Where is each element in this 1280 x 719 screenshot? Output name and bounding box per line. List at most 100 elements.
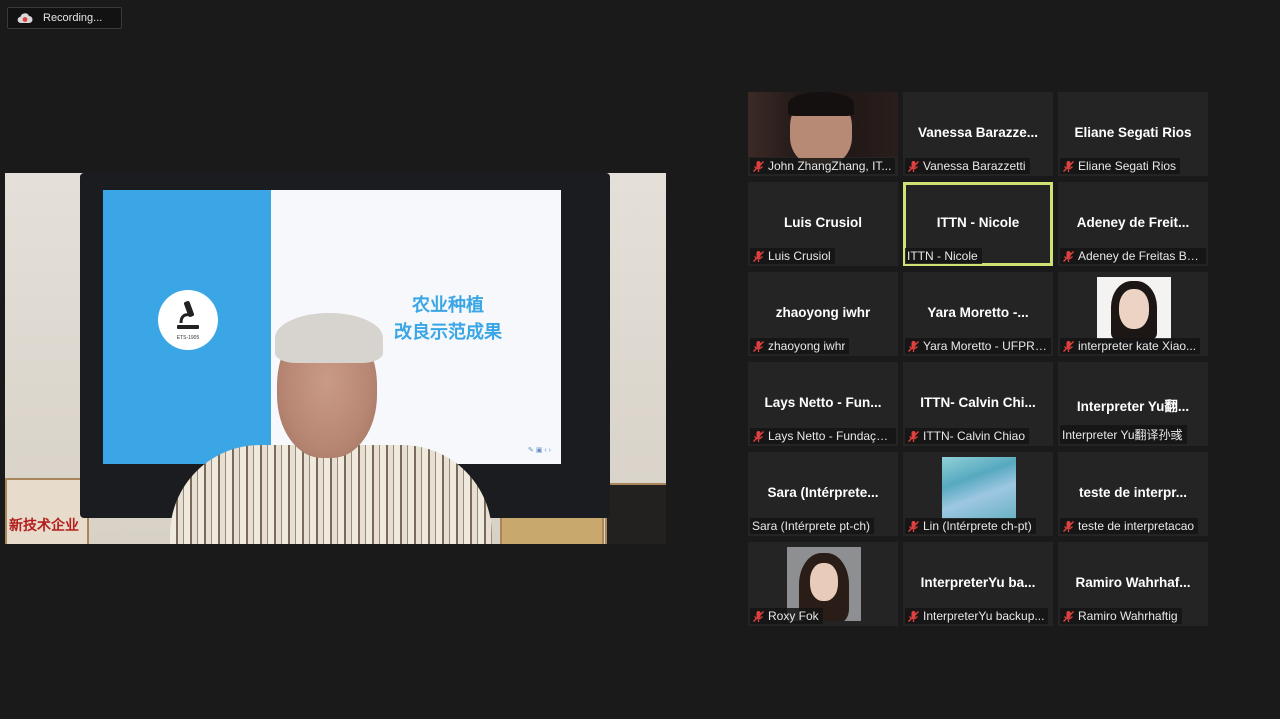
participant-display-name: Sara (Intérprete... [767,485,879,500]
participant-display-name: Lays Netto - Fun... [764,395,882,410]
slide-title-line1: 农业种植 [412,295,484,316]
mic-muted-icon [1062,340,1075,353]
plaque-text: 新技术企业 [9,518,79,534]
slide-title-line2: 改良示范成果 [394,322,502,343]
participant-name-label: Interpreter Yu翻译孙彧 [1060,425,1187,444]
participant-tile[interactable]: ITTN - Nicole ITTN - Nicole [903,182,1053,266]
participant-label-text: InterpreterYu backup... [923,609,1045,623]
mic-muted-icon [907,520,920,533]
participant-tile[interactable]: interpreter kate Xiao... [1058,272,1208,356]
participant-name-label: interpreter kate Xiao... [1060,338,1201,354]
mic-muted-icon [1062,610,1075,623]
participant-display-name: Ramiro Wahrhaf... [1075,575,1191,590]
participant-tile[interactable]: Adeney de Freit... Adeney de Freitas Bu..… [1058,182,1208,266]
participant-display-name: teste de interpr... [1078,485,1188,500]
participant-display-name: Eliane Segati Rios [1074,125,1192,140]
cloud-record-icon [17,12,33,24]
participant-label-text: ITTN - Nicole [907,249,978,263]
participant-name-label: Yara Moretto - UFPR/... [905,338,1051,354]
participant-tile[interactable]: Eliane Segati Rios Eliane Segati Rios [1058,92,1208,176]
participant-name-label: Eliane Segati Rios [1060,158,1181,174]
participant-display-name: ITTN- Calvin Chi... [920,395,1036,410]
participant-name-label: Lays Netto - Fundaçã... [750,428,896,444]
participant-label-text: Lays Netto - Fundaçã... [768,429,892,443]
mic-muted-icon [1062,250,1075,263]
mic-muted-icon [752,430,765,443]
participant-tile[interactable]: Sara (Intérprete... Sara (Intérprete pt-c… [748,452,898,536]
mic-muted-icon [752,340,765,353]
participant-video-thumbnail [748,92,898,165]
participant-name-label: Vanessa Barazzetti [905,158,1030,174]
participant-label-text: interpreter kate Xiao... [1078,339,1197,353]
participant-label-text: teste de interpretacao [1078,519,1195,533]
participant-name-label: Roxy Fok [750,608,823,624]
participant-label-text: John ZhangZhang, IT... [768,159,892,173]
participant-tile[interactable]: Lays Netto - Fun... Lays Netto - Fundaçã.… [748,362,898,446]
participant-name-label: InterpreterYu backup... [905,608,1049,624]
participant-label-text: Ramiro Wahrhaftig [1078,609,1178,623]
participant-display-name: Luis Crusiol [783,215,862,230]
speaker-shirt [170,445,492,544]
recording-indicator[interactable]: Recording... [7,7,122,29]
participant-label-text: Lin (Intérprete ch-pt) [923,519,1032,533]
participant-tile[interactable]: Lin (Intérprete ch-pt) [903,452,1053,536]
participant-name-label: Sara (Intérprete pt-ch) [750,518,875,534]
participant-tile[interactable]: Roxy Fok [748,542,898,626]
participant-video-thumbnail [1097,277,1171,339]
participant-tile[interactable]: Yara Moretto -... Yara Moretto - UFPR/... [903,272,1053,356]
participant-display-name: Yara Moretto -... [927,305,1029,320]
slide-title: 农业种植 改良示范成果 [373,292,523,346]
participant-tile[interactable]: Vanessa Barazze... Vanessa Barazzetti [903,92,1053,176]
participant-name-label: zhaoyong iwhr [750,338,850,354]
participant-display-name: Interpreter Yu翻... [1076,399,1190,414]
participant-name-label: Luis Crusiol [750,248,835,264]
participant-tile[interactable]: InterpreterYu ba... InterpreterYu backup.… [903,542,1053,626]
participant-display-name: InterpreterYu ba... [920,575,1036,590]
mic-muted-icon [752,160,765,173]
recording-label: Recording... [43,12,103,24]
participant-name-label: teste de interpretacao [1060,518,1199,534]
participant-tile[interactable]: ITTN- Calvin Chi... ITTN- Calvin Chiao [903,362,1053,446]
participant-label-text: zhaoyong iwhr [768,339,846,353]
microscope-logo-icon: ETS-1905 [158,290,218,350]
participant-name-label: ITTN - Nicole [905,248,982,264]
participant-tile[interactable]: teste de interpr... teste de interpretaca… [1058,452,1208,536]
mic-muted-icon [1062,160,1075,173]
participant-label-text: ITTN- Calvin Chiao [923,429,1026,443]
participant-display-name: zhaoyong iwhr [775,305,871,320]
participant-name-label: Lin (Intérprete ch-pt) [905,518,1036,534]
participant-name-label: ITTN- Calvin Chiao [905,428,1030,444]
active-speaker-video: 新技术企业 ETS-1905 农业种植 改良示范成果 ✎ ▣ ‹ › [5,173,666,544]
wall-plaque-left: 新技术企业 [5,478,89,544]
participant-display-name: Adeney de Freit... [1076,215,1190,230]
wall-plaque-right [605,483,666,544]
mic-muted-icon [907,160,920,173]
participant-display-name: Vanessa Barazze... [917,125,1039,140]
participant-name-label: John ZhangZhang, IT... [750,158,896,174]
participant-tile[interactable]: Interpreter Yu翻... Interpreter Yu翻译孙彧 [1058,362,1208,446]
participant-label-text: Sara (Intérprete pt-ch) [752,519,871,533]
mic-muted-icon [907,610,920,623]
participant-label-text: Vanessa Barazzetti [923,159,1026,173]
mic-muted-icon [907,430,920,443]
mic-muted-icon [752,250,765,263]
participant-label-text: Roxy Fok [768,609,819,623]
speaker-hair [275,313,383,363]
participant-tile[interactable]: Luis Crusiol Luis Crusiol [748,182,898,266]
participant-name-label: Ramiro Wahrhaftig [1060,608,1182,624]
mic-muted-icon [907,340,920,353]
participant-label-text: Eliane Segati Rios [1078,159,1177,173]
slide-controls-icon: ✎ ▣ ‹ › [528,447,551,454]
participant-label-text: Yara Moretto - UFPR/... [923,339,1047,353]
participant-tile[interactable]: zhaoyong iwhr zhaoyong iwhr [748,272,898,356]
mic-muted-icon [752,610,765,623]
participant-video-thumbnail [942,457,1016,519]
participant-label-text: Interpreter Yu翻译孙彧 [1062,428,1183,442]
participant-tile[interactable]: Ramiro Wahrhaf... Ramiro Wahrhaftig [1058,542,1208,626]
participant-name-label: Adeney de Freitas Bu... [1060,248,1206,264]
logo-label: ETS-1905 [176,335,200,341]
participant-tile[interactable]: John ZhangZhang, IT... [748,92,898,176]
mic-muted-icon [1062,520,1075,533]
participant-label-text: Adeney de Freitas Bu... [1078,249,1202,263]
participant-label-text: Luis Crusiol [768,249,831,263]
